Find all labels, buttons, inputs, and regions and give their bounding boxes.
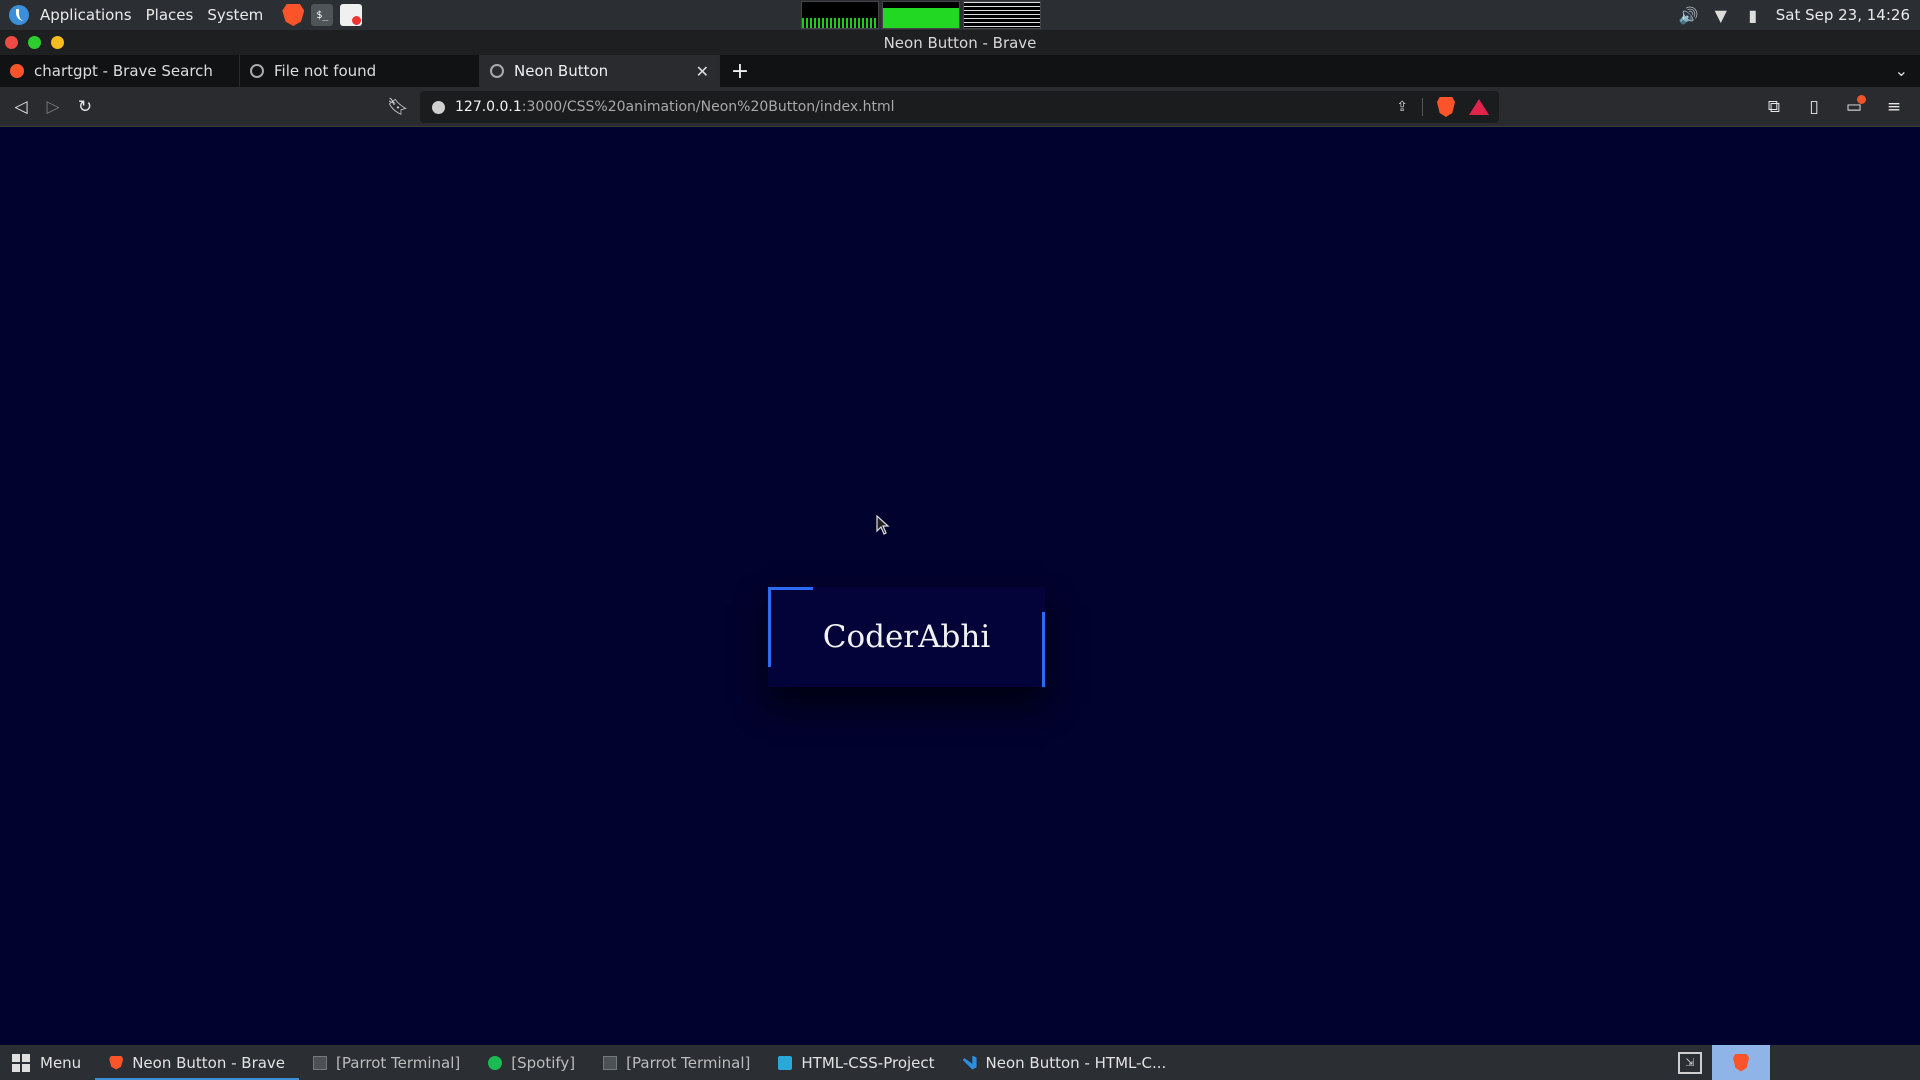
brave-rewards-icon[interactable] (1469, 99, 1489, 115)
system-monitor-applet (801, 1, 1041, 29)
taskbar-item-label: [Parrot Terminal] (336, 1053, 461, 1072)
tab-label: chartgpt - Brave Search (34, 62, 213, 80)
memory-graph (882, 1, 960, 29)
window-controls (5, 36, 64, 49)
window-title-bar[interactable]: Neon Button - Brave (0, 30, 1920, 55)
taskbar-item-label: [Parrot Terminal] (626, 1053, 751, 1072)
new-tab-button[interactable]: + (720, 55, 760, 87)
taskbar-item-vscode[interactable]: Neon Button - HTML-C... (949, 1045, 1181, 1080)
close-window-button[interactable] (5, 36, 18, 49)
parrot-logo-icon[interactable] (9, 5, 29, 25)
address-bar[interactable]: 127.0.0.1:3000/CSS%20animation/Neon%20Bu… (420, 91, 1499, 123)
taskbar-item-label: Neon Button - HTML-C... (985, 1053, 1167, 1072)
clock[interactable]: Sat Sep 23, 14:26 (1776, 6, 1910, 24)
sidebar-icon[interactable]: ▯ (1798, 91, 1830, 123)
url-path: :3000/CSS%20animation/Neon%20Button/inde… (521, 99, 895, 115)
address-bar-actions: ⇪ (1396, 91, 1489, 123)
brave-icon (1733, 1053, 1749, 1072)
taskbar-item-spotify[interactable]: [Spotify] (474, 1045, 589, 1080)
brave-shields-icon[interactable] (1437, 97, 1455, 117)
hamburger-menu-icon[interactable]: ≡ (1878, 91, 1910, 123)
neon-line-top (768, 587, 813, 590)
tab-strip: chartgpt - Brave Search File not found N… (0, 55, 1920, 87)
tab-file-not-found[interactable]: File not found (240, 55, 480, 87)
back-button[interactable]: ◁ (5, 91, 37, 123)
places-menu[interactable]: Places (139, 0, 201, 30)
notification-dot (1857, 95, 1866, 104)
system-menu[interactable]: System (200, 0, 270, 30)
terminal-icon (603, 1055, 618, 1070)
mouse-cursor-icon (876, 515, 890, 535)
brave-launcher-icon[interactable] (282, 4, 305, 26)
taskbar-item-label: HTML-CSS-Project (801, 1053, 935, 1072)
forward-button[interactable]: ▷ (37, 91, 69, 123)
system-panel: Applications Places System $_ 🔊 ▼ ▮ Sat … (0, 0, 1920, 30)
network-graph (963, 1, 1041, 29)
workspace-icon[interactable]: ⇲ (1678, 1051, 1702, 1074)
browser-toolbar: ◁ ▷ ↻ 🔖︎ 127.0.0.1:3000/CSS%20animation/… (0, 87, 1920, 127)
globe-icon (490, 64, 504, 78)
divider (1422, 98, 1423, 116)
bookmark-icon[interactable]: 🔖︎ (382, 91, 414, 123)
folder-icon (778, 1055, 793, 1070)
tab-brave-search[interactable]: chartgpt - Brave Search (0, 55, 240, 87)
reload-button[interactable]: ↻ (69, 91, 101, 123)
workspace-active-brave[interactable] (1712, 1045, 1770, 1080)
cpu-graph (801, 1, 879, 29)
extensions-icon[interactable]: ⧉ (1758, 91, 1790, 123)
workspace-switcher: ⇲ (1678, 1045, 1770, 1080)
applications-menu[interactable]: Applications (33, 0, 139, 30)
system-tray: 🔊 ▼ ▮ Sat Sep 23, 14:26 (1679, 0, 1920, 30)
site-info-icon[interactable] (432, 100, 445, 114)
close-tab-icon[interactable]: ✕ (696, 62, 709, 81)
tab-neon-button[interactable]: Neon Button ✕ (480, 55, 720, 87)
window-title: Neon Button - Brave (883, 33, 1037, 52)
tab-label: File not found (274, 62, 377, 80)
vscode-icon (962, 1055, 977, 1070)
taskbar-item-label: [Spotify] (511, 1053, 576, 1072)
wallet-icon[interactable]: ▭ (1838, 91, 1870, 123)
minimize-window-button[interactable] (28, 36, 41, 49)
neon-button-label: CoderAbhi (822, 619, 991, 655)
taskbar-item-brave[interactable]: Neon Button - Brave (95, 1045, 299, 1080)
taskbar: Menu Neon Button - Brave [Parrot Termina… (0, 1045, 1920, 1080)
tab-search-chevron-icon[interactable]: ⌄ (1895, 61, 1908, 80)
text-editor-launcher-icon[interactable] (340, 4, 363, 26)
taskbar-item-terminal-2[interactable]: [Parrot Terminal] (589, 1045, 764, 1080)
url-host: 127.0.0.1 (455, 99, 522, 115)
taskbar-item-label: Neon Button - Brave (132, 1053, 286, 1072)
globe-icon (250, 64, 264, 78)
wifi-icon[interactable]: ▼ (1712, 6, 1730, 25)
terminal-launcher-icon[interactable]: $_ (311, 4, 334, 26)
spotify-icon (488, 1055, 503, 1070)
taskbar-menu-button[interactable]: Menu (0, 1045, 95, 1080)
menu-label: Menu (40, 1053, 82, 1072)
battery-icon[interactable]: ▮ (1744, 6, 1762, 25)
system-menu-bar: Applications Places System $_ (0, 0, 363, 30)
tab-label: Neon Button (514, 62, 609, 80)
share-icon[interactable]: ⇪ (1396, 99, 1408, 115)
neon-line-right (1042, 612, 1045, 687)
taskbar-item-file-manager[interactable]: HTML-CSS-Project (764, 1045, 948, 1080)
page-viewport: CoderAbhi (0, 127, 1920, 1045)
neon-button[interactable]: CoderAbhi (768, 587, 1045, 687)
maximize-window-button[interactable] (51, 36, 64, 49)
taskbar-item-terminal[interactable]: [Parrot Terminal] (299, 1045, 474, 1080)
brave-search-icon (10, 64, 24, 78)
grid-menu-icon (12, 1053, 30, 1072)
terminal-icon (313, 1055, 328, 1070)
toolbar-right-actions: ⧉ ▯ ▭ ≡ (1753, 91, 1910, 123)
neon-line-left (768, 587, 771, 667)
volume-icon[interactable]: 🔊 (1679, 6, 1699, 25)
brave-icon (109, 1055, 124, 1070)
